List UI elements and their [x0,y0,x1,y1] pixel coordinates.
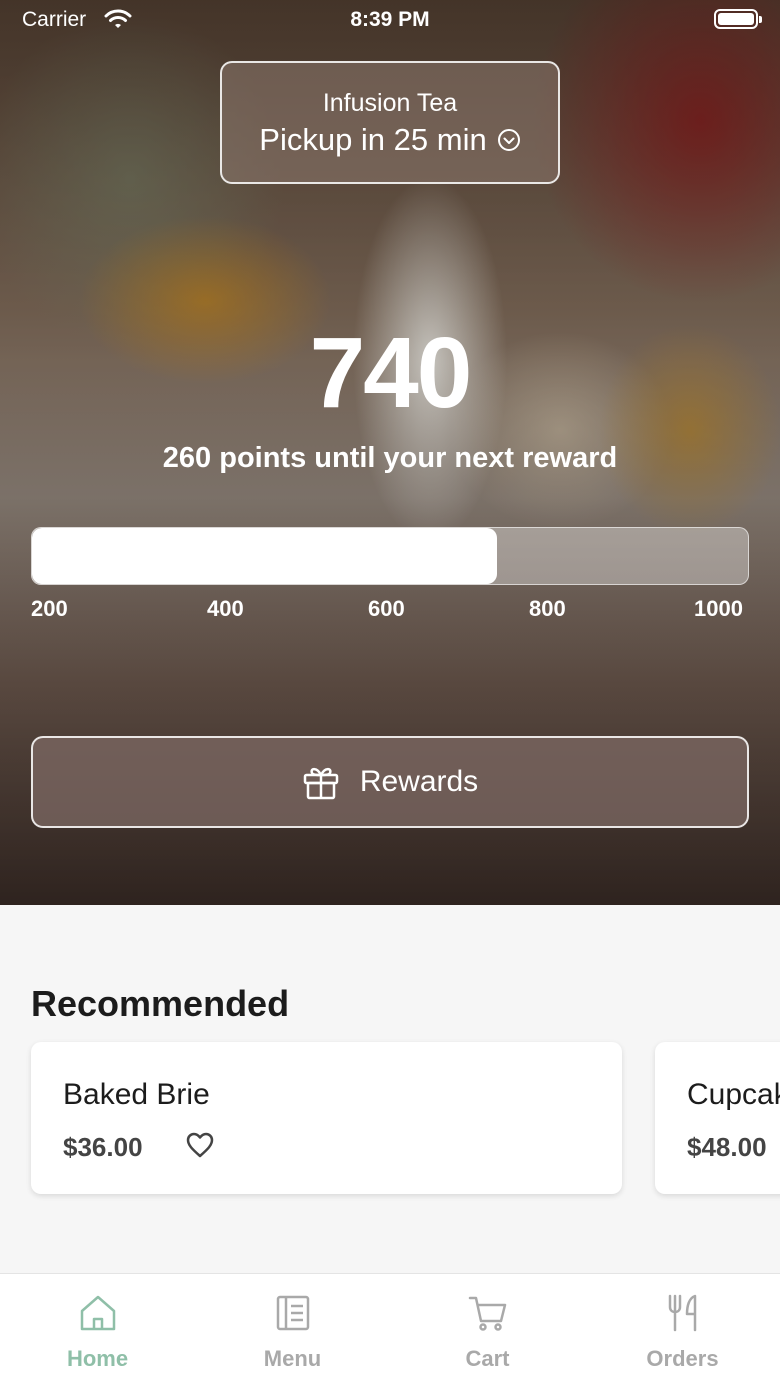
points-caption: 260 points until your next reward [162,442,618,474]
rewards-button[interactable]: Rewards [31,736,749,828]
utensils-icon [668,1294,696,1332]
rewards-progress-fill [32,528,498,584]
tab-label: Menu [263,1346,322,1371]
progress-tick-label: 1000 [694,596,743,621]
tab-home[interactable]: Home [0,1274,195,1387]
product-name: Baked Brie [63,1078,210,1111]
product-price: $48.00 [687,1132,767,1162]
clock: 8:39 PM [350,8,430,31]
pickup-time-label: Pickup in 25 min [259,122,487,157]
tab-cart[interactable]: Cart [390,1274,585,1387]
points-balance: 740 [309,317,473,429]
product-name: Cupcake [687,1078,780,1111]
gift-icon [303,767,339,800]
tab-label: Cart [465,1346,510,1371]
rewards-progress-bar [31,527,749,585]
tab-label: Orders [646,1346,719,1371]
cart-icon [468,1296,506,1331]
pickup-selector[interactable]: Infusion Tea Pickup in 25 min [220,61,560,184]
rewards-button-label: Rewards [359,765,479,798]
home-icon [80,1295,115,1331]
recommended-heading: Recommended [31,983,290,1024]
product-price: $36.00 [63,1132,143,1162]
tab-orders[interactable]: Orders [585,1274,780,1387]
progress-tick-label: 400 [207,596,244,621]
store-name: Infusion Tea [322,89,458,117]
tab-menu[interactable]: Menu [195,1274,390,1387]
product-card[interactable]: Baked Brie $36.00 [31,1042,622,1194]
heart-icon[interactable] [186,1132,214,1158]
chevron-down-circle-icon [497,129,520,151]
tab-bar: Home Menu Cart Orders [0,1273,780,1387]
progress-tick-label: 800 [529,596,566,621]
progress-tick-label: 600 [368,596,405,621]
status-bar: Carrier 8:39 PM [0,0,780,40]
pickup-time-row: Pickup in 25 min [222,122,558,158]
menu-icon [276,1295,309,1331]
battery-icon [714,9,762,29]
progress-tick-label: 200 [31,596,68,621]
tab-label: Home [66,1346,129,1371]
product-card[interactable]: Cupcake $48.00 [655,1042,780,1194]
